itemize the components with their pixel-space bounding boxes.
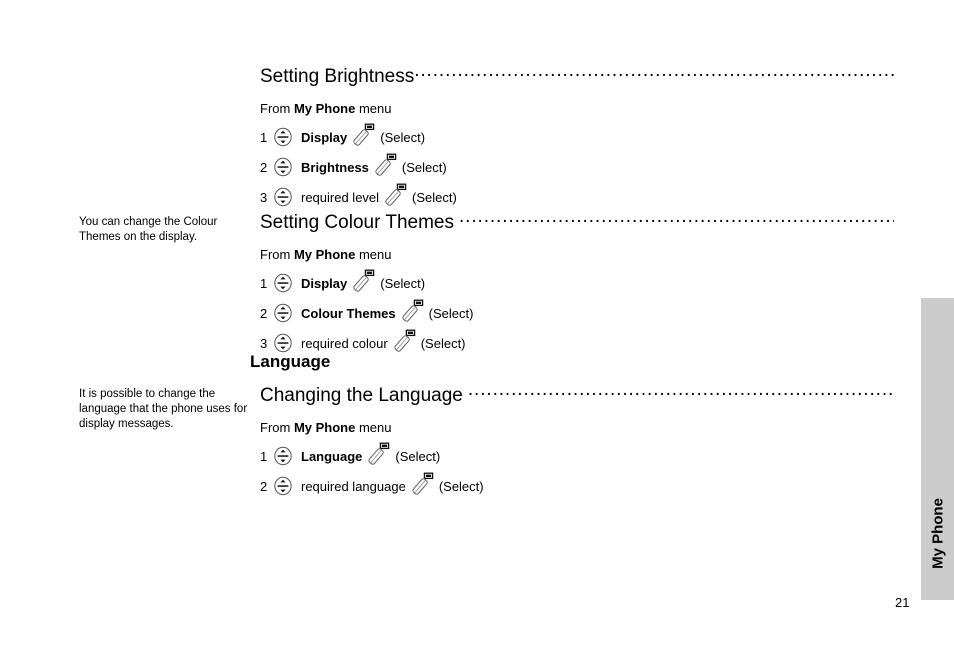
chapter-side-tab-inner: My Phone [921, 474, 954, 594]
chapter-side-tab-label: My Phone [929, 498, 947, 569]
select-softkey-icon [394, 329, 416, 353]
step-softkey-name: (Select) [401, 159, 447, 175]
intro-suffix: menu [355, 100, 392, 116]
dot-leader [459, 209, 894, 228]
step-label: required language [301, 478, 406, 494]
select-softkey-icon [401, 299, 424, 323]
step-label: Brightness [301, 159, 369, 175]
procedure-step: 2 required language (Select) [260, 472, 894, 498]
manual-section: Language Changing the Language From My Pho… [250, 352, 894, 498]
procedure-step: 2 Brightness (Select) [260, 153, 894, 179]
intro-suffix: menu [355, 246, 392, 262]
intro-prefix: From [260, 100, 294, 116]
select-softkey-icon [412, 472, 434, 496]
select-softkey-icon [385, 183, 407, 207]
step-label: Colour Themes [301, 305, 396, 321]
intro-menu-name: My Phone [293, 100, 356, 116]
step-number: 3 [260, 335, 268, 351]
step-softkey-name: (Select) [428, 305, 474, 321]
section-intro: From My Phone menu [260, 420, 894, 436]
step-softkey-name: (Select) [380, 275, 426, 291]
chapter-side-tab: My Phone [921, 298, 954, 600]
step-label: Display [301, 275, 348, 291]
section-intro: From My Phone menu [260, 101, 894, 117]
navigation-key-icon [273, 446, 293, 466]
select-softkey-icon [353, 123, 375, 147]
section-heading: Setting Brightness [260, 63, 894, 88]
navigation-key-icon [273, 333, 293, 353]
navigation-key-icon [273, 273, 293, 293]
margin-note-colour-themes: You can change the Colour Themes on the … [79, 216, 218, 244]
step-softkey-name: (Select) [438, 478, 484, 494]
step-number: 2 [260, 159, 268, 175]
step-softkey-name: (Select) [412, 189, 457, 205]
step-number: 2 [260, 305, 268, 321]
manual-section: Setting Colour Themes From My Phone menu 1… [260, 209, 894, 355]
procedure-step: 2 Colour Themes (Select) [260, 299, 894, 325]
navigation-key-icon [273, 303, 293, 323]
procedure-step: 1 Display (Select) [260, 123, 894, 149]
intro-prefix: From [260, 419, 294, 435]
step-softkey-name: (Select) [420, 335, 466, 351]
step-softkey-name: (Select) [380, 129, 426, 145]
section-heading: Changing the Language [260, 382, 894, 407]
section-heading-text: Setting Colour Themes [260, 212, 454, 233]
navigation-key-icon [273, 127, 293, 147]
page-number: 21 [895, 595, 910, 610]
intro-prefix: From [260, 246, 294, 262]
procedure-step: 1 Language (Select) [260, 442, 894, 468]
step-number: 1 [260, 275, 268, 291]
intro-suffix: menu [355, 419, 392, 435]
step-label: Display [301, 129, 348, 145]
procedure-step: 1 Display (Select) [260, 269, 894, 295]
procedure-step: 3 required level (Select) [260, 183, 894, 209]
step-number: 2 [260, 478, 268, 494]
section-heading: Setting Colour Themes [260, 209, 894, 234]
section-heading-text: Setting Brightness [260, 66, 415, 87]
step-number: 1 [260, 448, 268, 464]
manual-section: Setting Brightness From My Phone menu 1 Dis… [260, 63, 894, 209]
navigation-key-icon [273, 187, 293, 207]
select-softkey-icon [375, 153, 397, 177]
dot-leader [468, 382, 894, 401]
step-softkey-name: (Select) [395, 448, 441, 464]
intro-menu-name: My Phone [293, 419, 356, 435]
navigation-key-icon [273, 157, 293, 177]
step-number: 1 [260, 129, 268, 145]
step-label: required colour [301, 335, 388, 351]
step-number: 3 [260, 189, 268, 205]
step-label: Language [301, 448, 363, 464]
navigation-key-icon [273, 476, 293, 496]
dot-leader [414, 63, 894, 82]
select-softkey-icon [353, 269, 375, 293]
chapter-heading: Language [250, 352, 331, 371]
section-heading-text: Changing the Language [260, 385, 463, 406]
intro-menu-name: My Phone [293, 246, 356, 262]
manual-page: My Phone 21 You can change the Colour Th… [0, 0, 954, 647]
margin-note-language: It is possible to change the language th… [79, 388, 248, 431]
step-label: required level [301, 189, 380, 205]
section-intro: From My Phone menu [260, 247, 894, 263]
select-softkey-icon [368, 442, 390, 466]
